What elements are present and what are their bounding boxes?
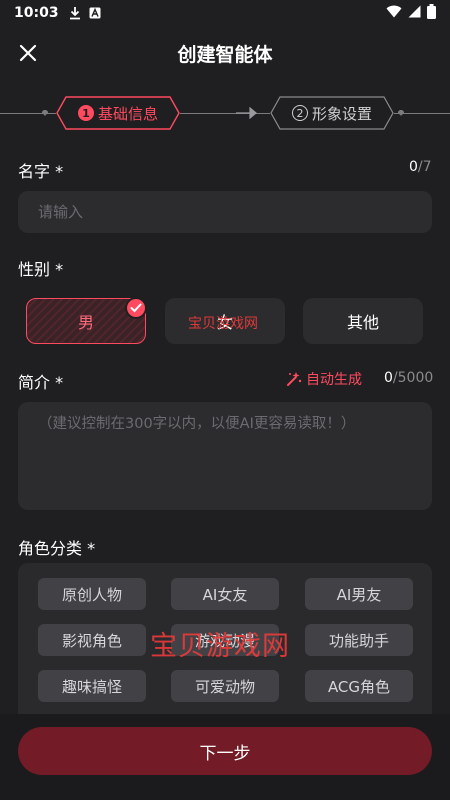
- category-tag[interactable]: 功能助手: [305, 624, 413, 656]
- name-count: 0: [409, 159, 418, 175]
- a-box-icon: [89, 7, 101, 19]
- step-number-badge: 1: [78, 105, 94, 121]
- wifi-icon: [386, 5, 402, 22]
- step-number-badge: 2: [292, 105, 308, 121]
- step-label: 基础信息: [98, 104, 159, 123]
- close-button[interactable]: [14, 39, 42, 67]
- check-icon: [125, 297, 147, 319]
- name-counter: 0/7: [409, 159, 432, 175]
- intro-textarea[interactable]: [18, 402, 432, 510]
- category-tag[interactable]: 趣味搞怪: [38, 670, 146, 702]
- category-tag[interactable]: AI女友: [171, 578, 279, 610]
- auto-generate-button[interactable]: 自动生成: [286, 369, 362, 389]
- category-panel: 原创人物 AI女友 AI男友 影视角色 游戏动漫 功能助手 趣味搞怪 可爱动物 …: [18, 563, 432, 723]
- status-bar: 10:03: [0, 0, 450, 26]
- page-title: 创建智能体: [177, 43, 273, 66]
- intro-label: 简介 *: [18, 373, 64, 392]
- next-button[interactable]: 下一步: [18, 727, 432, 775]
- magic-wand-icon: [287, 372, 302, 386]
- category-tag[interactable]: AI男友: [305, 578, 413, 610]
- category-tag[interactable]: ACG角色: [305, 670, 413, 702]
- category-label: 角色分类 *: [18, 539, 96, 558]
- bottom-bar: 下一步: [0, 714, 450, 800]
- name-label: 名字 *: [18, 162, 64, 181]
- intro-counter: 0/5000: [384, 370, 433, 386]
- battery-icon: [427, 3, 436, 23]
- step-label: 形象设置: [312, 104, 373, 123]
- gender-option-label: 其他: [346, 313, 379, 332]
- intro-max: /5000: [392, 370, 434, 386]
- header: 创建智能体: [0, 30, 450, 76]
- gender-option-label: 男: [77, 313, 94, 332]
- stepper: 1 基础信息 2 形象设置: [0, 96, 450, 130]
- gender-option-other[interactable]: 其他: [303, 298, 423, 344]
- step-appearance-settings[interactable]: 2 形象设置: [270, 96, 394, 130]
- dot-icon: [398, 110, 404, 116]
- category-tag[interactable]: 影视角色: [38, 624, 146, 656]
- gender-option-male[interactable]: 男: [26, 297, 147, 344]
- gender-option-label: 女: [216, 313, 233, 332]
- gender-label: 性别 *: [18, 260, 64, 279]
- auto-generate-label: 自动生成: [306, 372, 362, 388]
- download-icon: [69, 6, 81, 20]
- status-time: 10:03: [14, 5, 59, 21]
- arrow-icon: [236, 107, 257, 119]
- signal-icon: [408, 5, 421, 22]
- close-icon: [19, 44, 37, 62]
- dot-icon: [42, 110, 48, 116]
- gender-option-female[interactable]: 女: [165, 298, 285, 344]
- category-tag[interactable]: 可爱动物: [171, 670, 279, 702]
- category-tag[interactable]: 游戏动漫: [171, 624, 279, 656]
- step-basic-info[interactable]: 1 基础信息: [56, 96, 180, 130]
- name-max: /7: [417, 159, 432, 175]
- name-input[interactable]: [18, 191, 432, 233]
- category-tag[interactable]: 原创人物: [38, 578, 146, 610]
- intro-count: 0: [384, 370, 393, 386]
